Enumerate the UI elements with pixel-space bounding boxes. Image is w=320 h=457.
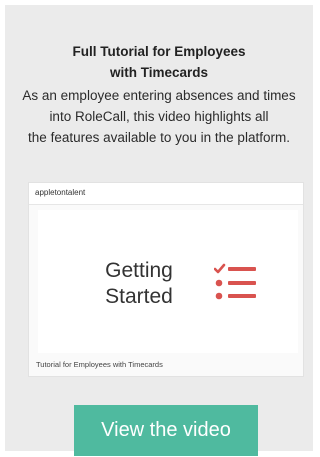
slide-heading-line-1: Getting — [105, 259, 173, 282]
view-video-button[interactable]: View the video — [74, 405, 258, 456]
video-slide: Getting Started — [38, 210, 298, 353]
card-title-line-2: with Timecards — [109, 65, 209, 80]
video-thumbnail[interactable]: appletontalent Getting Started Tutorial … — [28, 182, 304, 377]
card-title: Full Tutorial for Employees with Timecar… — [5, 41, 313, 83]
card-description: As an employee entering absences and tim… — [5, 85, 313, 148]
checklist-icon — [214, 263, 256, 300]
slide-heading-line-2: Started — [105, 285, 173, 308]
description-line-2: into RoleCall, this video highlights all — [49, 109, 269, 124]
video-header-bar: appletontalent — [29, 183, 303, 205]
video-caption: Tutorial for Employees with Timecards — [36, 360, 163, 369]
card-title-line-1: Full Tutorial for Employees — [72, 44, 246, 59]
slide-heading: Getting Started — [84, 258, 194, 310]
channel-name: appletontalent — [35, 188, 86, 197]
tutorial-card: Full Tutorial for Employees with Timecar… — [5, 5, 313, 456]
description-line-3: the features available to you in the pla… — [28, 130, 290, 145]
description-line-1: As an employee entering absences and tim… — [22, 88, 296, 103]
